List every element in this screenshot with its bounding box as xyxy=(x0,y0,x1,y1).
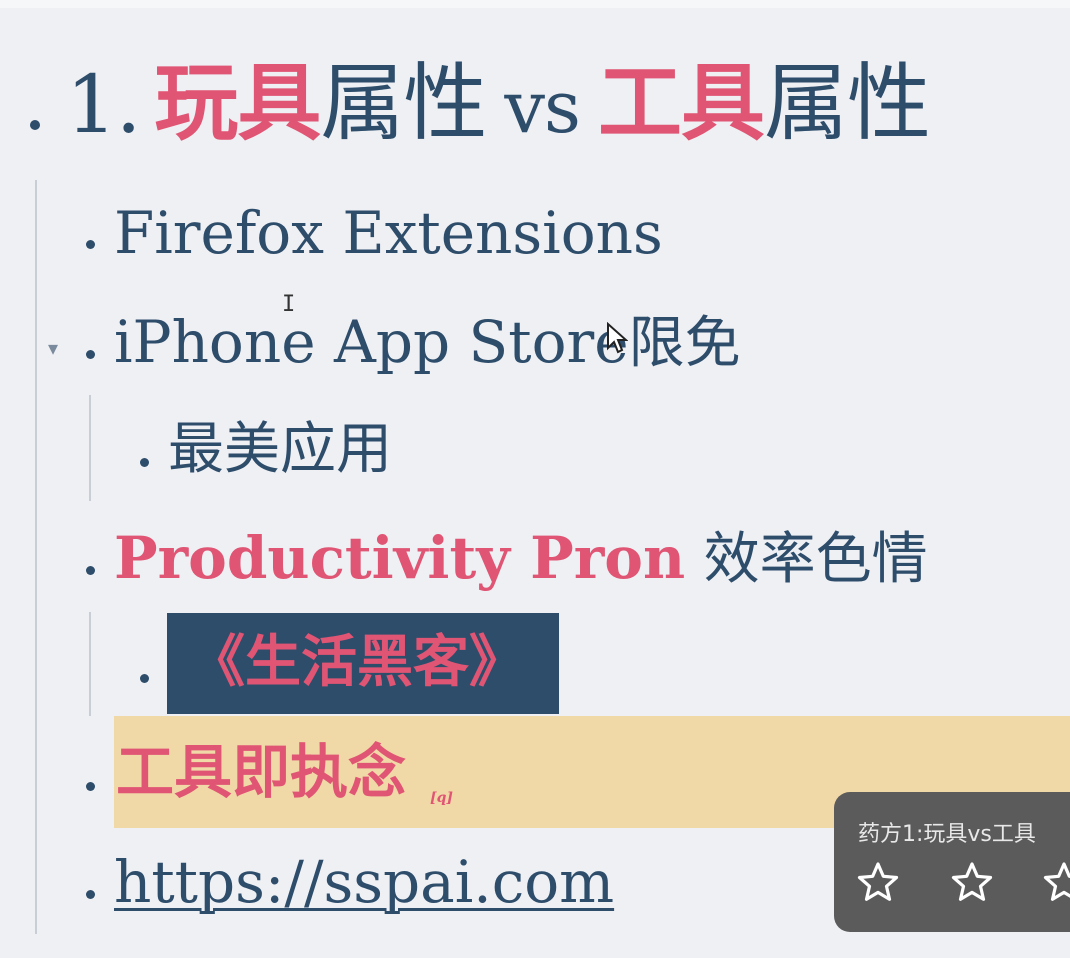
title-tool: 工具 xyxy=(597,54,765,152)
collapse-caret-icon[interactable]: ▾ xyxy=(48,336,58,360)
item-productivity[interactable]: Productivity Pron 效率色情 xyxy=(114,518,928,600)
footnote-mark[interactable]: [q] xyxy=(430,790,453,806)
item-best-apps[interactable]: 最美应用 xyxy=(168,410,392,490)
iphone-free-label: 限免 xyxy=(628,311,741,376)
item-iphone[interactable]: iPhone App Store限免 xyxy=(114,302,741,384)
bullet-best-apps[interactable] xyxy=(140,458,149,467)
indent-guide-level1 xyxy=(35,180,37,934)
title-toy: 玩具 xyxy=(154,54,321,152)
indent-guide-level2-b xyxy=(89,612,91,716)
title-attr-2: 属性 xyxy=(764,54,931,152)
title-attr-1: 属性 xyxy=(320,54,487,152)
title-vs: vs xyxy=(504,65,581,149)
productivity-cn: 效率色情 xyxy=(703,527,928,592)
bullet-iphone[interactable] xyxy=(86,350,95,359)
title-bullet[interactable] xyxy=(30,120,40,130)
rating-toast: 药方1:玩具vs工具 xyxy=(834,792,1070,932)
text-cursor-icon: I xyxy=(282,292,296,317)
bullet-tool-obsession[interactable] xyxy=(86,782,95,791)
star-icon-2[interactable] xyxy=(950,860,994,904)
bullet-firefox[interactable] xyxy=(86,240,95,249)
item-firefox[interactable]: Firefox Extensions xyxy=(114,193,663,273)
lifehacker-highlight[interactable]: 《生活黑客》 xyxy=(167,613,559,714)
productivity-en: Productivity Pron xyxy=(114,524,686,592)
star-icon-1[interactable] xyxy=(856,860,900,904)
indent-guide-level2-a xyxy=(89,395,91,501)
bullet-link[interactable] xyxy=(86,890,95,899)
mouse-pointer-icon xyxy=(607,322,628,354)
top-band xyxy=(0,0,1070,8)
sspai-link[interactable]: https://sspai.com xyxy=(114,842,614,922)
tool-obsession-text: 工具即执念 xyxy=(116,738,407,806)
title-number: 1. xyxy=(66,58,141,151)
toast-title: 药方1:玩具vs工具 xyxy=(858,822,1036,847)
outline-title[interactable]: 1. 玩具属性 vs 工具属性 xyxy=(66,48,931,158)
star-icon-3[interactable] xyxy=(1042,860,1070,904)
iphone-label: iPhone App Store xyxy=(114,308,629,376)
bullet-productivity[interactable] xyxy=(86,566,95,575)
bullet-lifehacker[interactable] xyxy=(140,674,149,683)
lifehacker-text: 《生活黑客》 xyxy=(189,630,525,695)
